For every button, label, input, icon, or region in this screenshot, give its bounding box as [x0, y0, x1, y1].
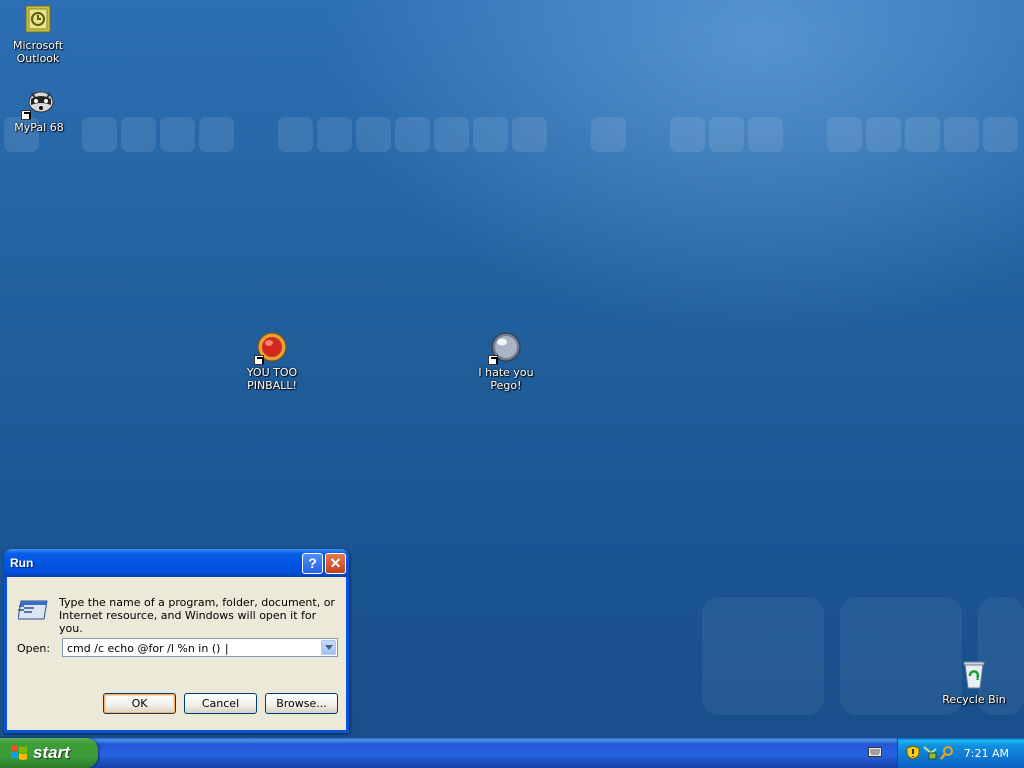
desktop-icon-label: Microsoft — [12, 39, 64, 52]
search-icon[interactable] — [940, 745, 954, 760]
close-button[interactable]: ✕ — [325, 553, 346, 574]
run-description: Type the name of a program, folder, docu… — [59, 596, 335, 635]
desktop-icon-you-too-pinball[interactable]: YOU TOO PINBALL! — [234, 331, 310, 392]
outlook-icon — [22, 4, 54, 36]
keyboard-icon[interactable] — [868, 747, 882, 757]
system-tray: 7:21 AM — [897, 738, 1024, 768]
run-dialog-title: Run — [10, 556, 34, 570]
run-dialog-body: Type the name of a program, folder, docu… — [7, 577, 346, 730]
clock[interactable]: 7:21 AM — [964, 747, 1009, 760]
desktop-icon-label: Recycle Bin — [942, 693, 1006, 706]
chevron-down-icon[interactable] — [321, 640, 336, 655]
desktop-icon-recycle-bin[interactable]: Recycle Bin — [936, 658, 1012, 706]
cancel-button[interactable]: Cancel — [184, 693, 257, 714]
security-shield-icon[interactable] — [906, 745, 920, 760]
desktop-icon-microsoft-outlook[interactable]: Microsoft Outlook — [0, 4, 76, 65]
shortcut-arrow-icon — [488, 355, 498, 365]
open-combobox[interactable]: cmd /c echo @for /l %n in () — [62, 638, 338, 657]
desktop-icon-label: YOU TOO — [246, 366, 298, 379]
windows-logo-icon — [10, 744, 28, 762]
red-ball-icon — [254, 331, 288, 365]
wallpaper-pattern — [0, 117, 1024, 153]
shortcut-arrow-icon — [21, 110, 31, 120]
wallpaper-block — [702, 597, 824, 715]
open-label: Open: — [17, 642, 51, 655]
start-button[interactable]: start — [0, 738, 98, 768]
start-label: start — [33, 743, 70, 762]
desktop-icon-label: Pego! — [490, 379, 522, 392]
taskbar: start 7:21 AM — [0, 738, 1024, 768]
network-icon[interactable] — [923, 745, 937, 760]
silver-ball-icon — [488, 331, 522, 365]
shortcut-arrow-icon — [254, 355, 264, 365]
ok-button[interactable]: OK — [103, 693, 176, 714]
run-dialog-titlebar[interactable]: Run ? ✕ — [4, 549, 349, 577]
desktop-icon-mypal[interactable]: MyPal 68 — [1, 86, 77, 134]
run-dialog: Run ? ✕ Type the name of a program, fold… — [4, 549, 349, 733]
desktop-icon-label: I hate you — [478, 366, 534, 379]
recycle-bin-icon — [958, 658, 990, 690]
raccoon-icon — [21, 86, 55, 120]
help-button[interactable]: ? — [302, 553, 323, 574]
open-input[interactable]: cmd /c echo @for /l %n in () — [67, 642, 229, 655]
browse-button[interactable]: Browse... — [265, 693, 338, 714]
desktop-icon-label: Outlook — [16, 52, 60, 65]
desktop-icon-label: MyPal 68 — [14, 121, 64, 134]
run-program-icon — [17, 597, 50, 623]
desktop-icon-label: PINBALL! — [247, 379, 297, 392]
desktop-icon-i-hate-you-pego[interactable]: I hate you Pego! — [468, 331, 544, 392]
